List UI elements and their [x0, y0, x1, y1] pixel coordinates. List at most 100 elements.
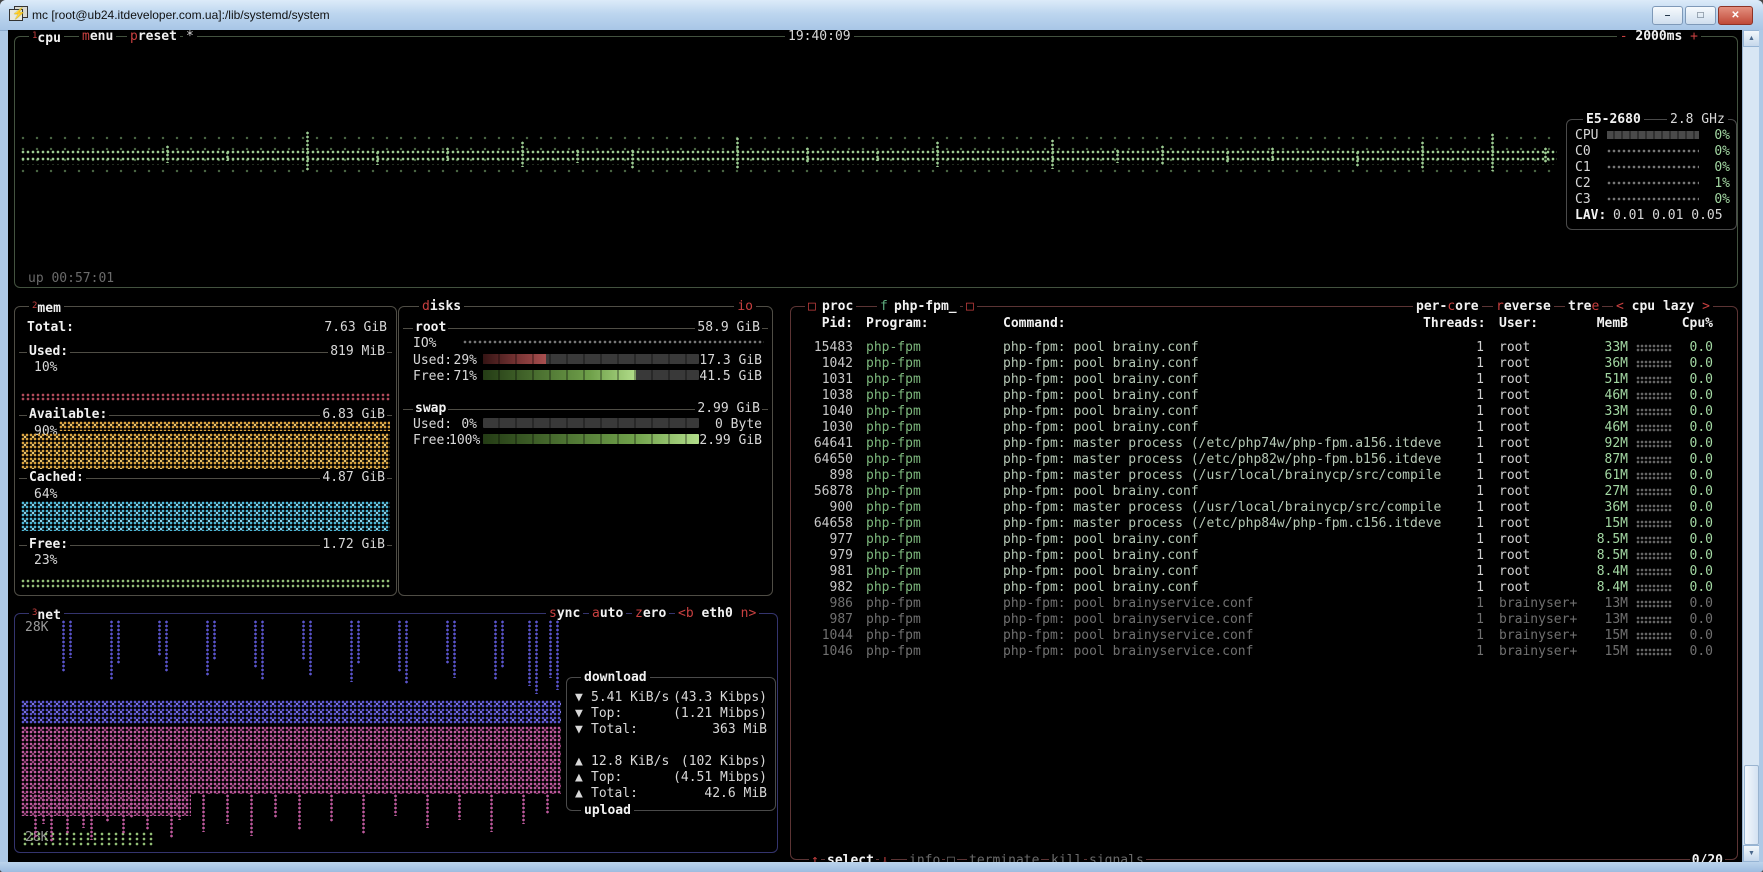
cpu-graph-spike: [1355, 151, 1360, 167]
net-zero-button[interactable]: zero: [632, 606, 669, 621]
proc-row[interactable]: 900php-fpmphp-fpm: master process (/usr/…: [791, 500, 1737, 516]
mem-free-graph: [21, 579, 390, 589]
proc-row[interactable]: 979php-fpmphp-fpm: pool brainy.conf1root…: [791, 548, 1737, 564]
upload-top-label: Top:: [591, 770, 622, 785]
net-download-spike: [349, 620, 354, 682]
proc-row[interactable]: 981php-fpmphp-fpm: pool brainy.conf1root…: [791, 564, 1737, 580]
proc-cpu: 0.0: [1671, 644, 1713, 659]
disk-swap-free-percent: 100%: [449, 433, 477, 448]
select-button[interactable]: select: [825, 853, 876, 862]
interval-minus-button[interactable]: -: [1620, 30, 1628, 44]
proc-row[interactable]: 977php-fpmphp-fpm: pool brainy.conf1root…: [791, 532, 1737, 548]
proc-pid: 900: [808, 500, 853, 515]
proc-pid: 1042: [808, 356, 853, 371]
proc-row[interactable]: 15483php-fpmphp-fpm: pool brainy.conf1ro…: [791, 340, 1737, 356]
iface-next-button[interactable]: n>: [741, 606, 757, 621]
proc-row[interactable]: 1031php-fpmphp-fpm: pool brainy.conf1roo…: [791, 372, 1737, 388]
proc-mem: 8.4M: [1581, 564, 1628, 579]
upload-total-arrow-icon: ▲: [575, 786, 583, 801]
proc-row[interactable]: 1030php-fpmphp-fpm: pool brainy.conf1roo…: [791, 420, 1737, 436]
proc-user: root: [1499, 436, 1530, 451]
proc-row[interactable]: 898php-fpmphp-fpm: master process (/usr/…: [791, 468, 1737, 484]
net-download-spike: [548, 620, 553, 678]
cpu-box: 1cpu menu preset * 19:40:09 - 2000ms + u…: [14, 36, 1738, 288]
mem-free-label: Free:: [27, 537, 70, 552]
proc-row[interactable]: 986php-fpmphp-fpm: pool brainyservice.co…: [791, 596, 1737, 612]
proc-program: php-fpm: [866, 596, 921, 611]
minimize-button[interactable]: –: [1652, 6, 1683, 25]
proc-mem: 36M: [1581, 500, 1628, 515]
net-auto-button[interactable]: auto: [589, 606, 626, 621]
proc-mem-graph-icon: [1636, 344, 1672, 352]
proc-mem-graph-icon: [1636, 520, 1672, 528]
info-button[interactable]: info: [907, 853, 942, 862]
mem-total-value: 7.63 GiB: [324, 320, 387, 335]
mem-box-title[interactable]: 2mem: [29, 299, 64, 316]
signals-button[interactable]: signals: [1087, 853, 1146, 862]
maximize-button[interactable]: □: [1685, 6, 1716, 25]
proc-threads: 1: [1451, 644, 1484, 659]
proc-cpu: 0.0: [1671, 404, 1713, 419]
scrollbar-up-button[interactable]: ▲: [1743, 30, 1760, 47]
proc-row[interactable]: 1040php-fpmphp-fpm: pool brainy.conf1roo…: [791, 404, 1737, 420]
proc-command: php-fpm: master process (/usr/local/brai…: [1003, 468, 1453, 483]
scrollbar-thumb[interactable]: [1744, 765, 1759, 845]
disk-swap-free-value: 2.99 GiB: [699, 433, 762, 448]
upload-title: upload: [581, 803, 634, 818]
proc-row[interactable]: 982php-fpmphp-fpm: pool brainy.conf1root…: [791, 580, 1737, 596]
window-border-right: [1759, 30, 1763, 862]
scrollbar[interactable]: ▲ ▼: [1742, 30, 1760, 862]
select-down-icon[interactable]: ↓: [879, 853, 891, 862]
proc-cpu: 0.0: [1671, 468, 1713, 483]
interval-plus-button[interactable]: +: [1690, 30, 1698, 44]
net-upload-spike: [425, 794, 430, 828]
menu-button[interactable]: menu: [79, 30, 116, 44]
proc-row[interactable]: 64658php-fpmphp-fpm: master process (/et…: [791, 516, 1737, 532]
mem-used-label: Used:: [27, 344, 70, 359]
proc-row[interactable]: 1038php-fpmphp-fpm: pool brainy.conf1roo…: [791, 388, 1737, 404]
proc-row[interactable]: 64650php-fpmphp-fpm: master process (/et…: [791, 452, 1737, 468]
download-speed-bits: (43.3 Kibps): [673, 690, 767, 705]
select-up-icon[interactable]: ↑: [809, 853, 821, 862]
proc-mem: 27M: [1581, 484, 1628, 499]
disk-swap-used-bar: [483, 418, 699, 428]
net-interface-switcher[interactable]: <b eth0 n>: [675, 606, 759, 621]
io-mode-button[interactable]: io: [734, 299, 756, 314]
proc-row[interactable]: 1046php-fpmphp-fpm: pool brainyservice.c…: [791, 644, 1737, 660]
proc-threads: 1: [1451, 404, 1484, 419]
kill-button[interactable]: kill: [1049, 853, 1084, 862]
cpu-box-title[interactable]: 1cpu: [29, 30, 64, 46]
proc-command: php-fpm: pool brainy.conf: [1003, 372, 1453, 387]
cpu-info-value: 1%: [1714, 176, 1730, 191]
proc-mem: 51M: [1581, 372, 1628, 387]
proc-mem: 13M: [1581, 596, 1628, 611]
proc-pid: 1046: [808, 644, 853, 659]
preset-button[interactable]: preset: [127, 30, 180, 44]
close-button[interactable]: ✕: [1718, 6, 1753, 25]
proc-row[interactable]: 64641php-fpmphp-fpm: master process (/et…: [791, 436, 1737, 452]
proc-user: root: [1499, 452, 1530, 467]
title-bar[interactable]: ⚡ mc [root@ub24.itdeveloper.com.ua]:/lib…: [0, 0, 1763, 31]
proc-row[interactable]: 56878php-fpmphp-fpm: pool brainy.conf1ro…: [791, 484, 1737, 500]
mem-total-label: Total:: [27, 320, 74, 335]
cpu-info-value: 0%: [1714, 144, 1730, 159]
mem-box: 2mem Total: 7.63 GiB Used: 819 MiB 10% A…: [14, 306, 397, 596]
cpu-graph-spike: [375, 151, 380, 165]
disk-swap-used-label: Used:: [413, 417, 452, 432]
proc-mem-graph-icon: [1636, 408, 1672, 416]
scrollbar-down-button[interactable]: ▼: [1743, 845, 1760, 862]
iface-prev-button[interactable]: <b: [678, 606, 694, 621]
net-sync-button[interactable]: sync: [546, 606, 583, 621]
terminate-button[interactable]: terminate: [967, 853, 1041, 862]
proc-threads: 1: [1451, 340, 1484, 355]
maximize-icon: □: [1697, 10, 1703, 21]
proc-user: brainyser+: [1499, 612, 1577, 627]
proc-mem-graph-icon: [1636, 472, 1672, 480]
proc-mem-graph-icon: [1636, 536, 1672, 544]
proc-row[interactable]: 1044php-fpmphp-fpm: pool brainyservice.c…: [791, 628, 1737, 644]
proc-command: php-fpm: master process (/etc/php84w/php…: [1003, 516, 1453, 531]
proc-row[interactable]: 1042php-fpmphp-fpm: pool brainy.conf1roo…: [791, 356, 1737, 372]
proc-cpu: 0.0: [1671, 548, 1713, 563]
proc-program: php-fpm: [866, 404, 921, 419]
proc-row[interactable]: 987php-fpmphp-fpm: pool brainyservice.co…: [791, 612, 1737, 628]
